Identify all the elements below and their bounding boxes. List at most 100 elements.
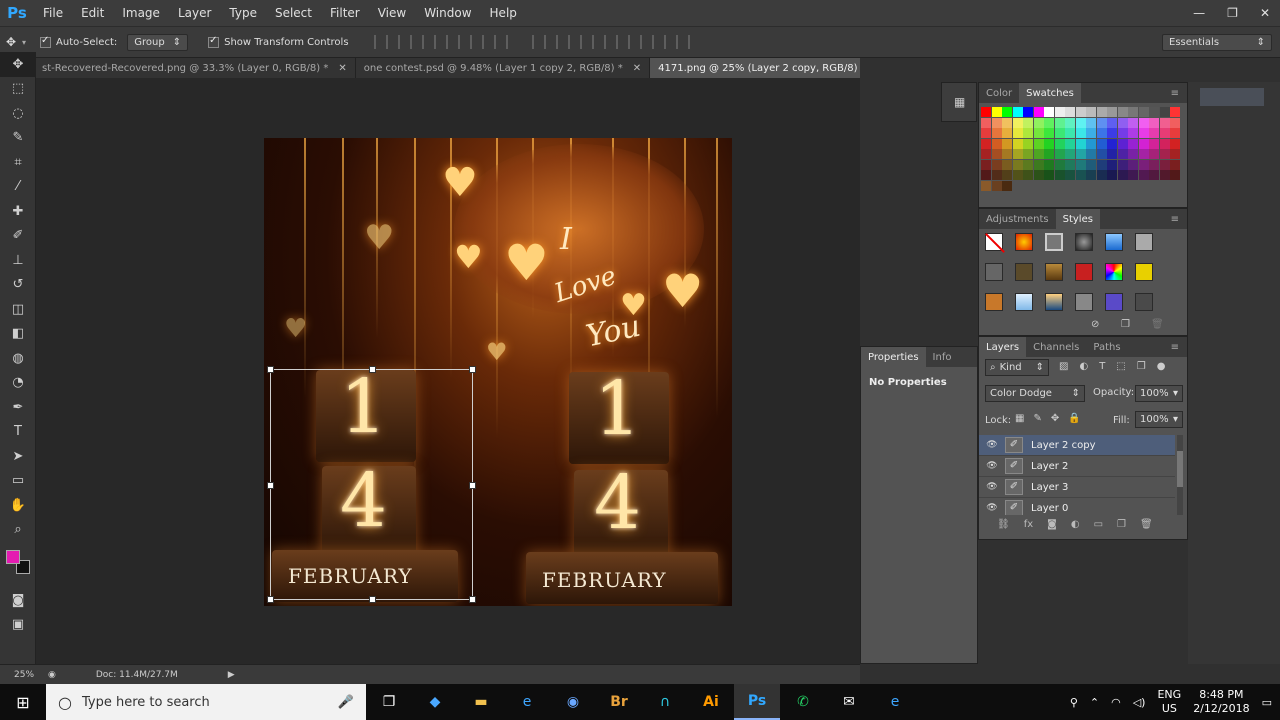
close-icon[interactable]: ✕ bbox=[338, 63, 346, 74]
transform-handle[interactable] bbox=[267, 482, 274, 489]
trash-icon[interactable]: 🗑 bbox=[1140, 519, 1153, 530]
style-swatch[interactable] bbox=[985, 263, 1003, 281]
color-swatch[interactable] bbox=[1096, 149, 1107, 159]
color-swatch[interactable] bbox=[1086, 159, 1096, 170]
wifi-icon[interactable]: ◠ bbox=[1111, 696, 1121, 709]
color-swatch[interactable] bbox=[1012, 170, 1023, 180]
color-swatch[interactable] bbox=[1075, 159, 1086, 170]
color-swatch[interactable] bbox=[981, 170, 991, 180]
color-swatch[interactable] bbox=[1054, 149, 1065, 159]
tab-paths[interactable]: Paths bbox=[1086, 337, 1127, 357]
lasso-tool-icon[interactable]: ◌ bbox=[0, 101, 36, 126]
color-swatch[interactable] bbox=[1138, 149, 1149, 159]
blend-mode-dropdown[interactable]: Color Dodge ⇕ bbox=[985, 385, 1085, 402]
color-swatch[interactable] bbox=[1149, 149, 1159, 159]
eye-icon[interactable]: 👁 bbox=[979, 461, 1005, 471]
style-swatch[interactable] bbox=[1015, 293, 1033, 311]
style-swatch[interactable] bbox=[1075, 293, 1093, 311]
photoshop-icon[interactable]: Ps bbox=[734, 684, 780, 720]
distribute-vcenter-icon[interactable] bbox=[555, 35, 570, 49]
layer-filter-dropdown[interactable]: ⌕ Kind ⇕ bbox=[985, 359, 1049, 376]
color-swatch[interactable] bbox=[1002, 107, 1012, 117]
color-swatch[interactable] bbox=[1117, 149, 1128, 159]
eyedropper-tool-icon[interactable]: ⁄ bbox=[0, 175, 36, 200]
color-swatch[interactable] bbox=[1002, 180, 1012, 191]
color-swatch[interactable] bbox=[1149, 138, 1159, 149]
new-style-icon[interactable]: ❐ bbox=[1121, 319, 1130, 330]
color-swatch[interactable] bbox=[1002, 149, 1012, 159]
style-none-icon[interactable] bbox=[985, 233, 1005, 253]
color-swatch[interactable] bbox=[1096, 128, 1107, 138]
color-swatch[interactable] bbox=[1128, 159, 1138, 170]
clock[interactable]: 8:48 PM 2/12/2018 bbox=[1193, 688, 1249, 716]
zoom-tool-icon[interactable]: ⌕ bbox=[0, 518, 36, 543]
panel-menu-icon[interactable]: ≡ bbox=[1171, 88, 1179, 99]
color-swatch[interactable] bbox=[981, 149, 991, 159]
style-swatch[interactable] bbox=[1045, 263, 1063, 281]
style-swatch[interactable] bbox=[1045, 293, 1063, 311]
color-swatch[interactable] bbox=[1117, 170, 1128, 180]
color-swatch[interactable] bbox=[991, 170, 1002, 180]
close-button[interactable]: ✕ bbox=[1260, 6, 1270, 20]
blur-tool-icon[interactable]: ◍ bbox=[0, 346, 36, 371]
style-swatch[interactable] bbox=[1105, 233, 1123, 251]
color-swatch[interactable] bbox=[1149, 117, 1159, 128]
color-swatch[interactable] bbox=[1170, 170, 1180, 180]
color-swatch[interactable] bbox=[1012, 117, 1023, 128]
healing-tool-icon[interactable]: ✚ bbox=[0, 199, 36, 224]
whatsapp-icon[interactable]: ✆ bbox=[780, 684, 826, 720]
adjustment-icon[interactable]: ◐ bbox=[1071, 519, 1080, 530]
color-swatch[interactable] bbox=[1107, 170, 1117, 180]
color-swatch[interactable] bbox=[1159, 159, 1170, 170]
color-swatch[interactable] bbox=[1075, 117, 1086, 128]
distribute-right-icon[interactable] bbox=[651, 35, 666, 49]
color-swatch[interactable] bbox=[1086, 138, 1096, 149]
color-swatch[interactable] bbox=[991, 107, 1002, 117]
color-swatch[interactable] bbox=[1054, 170, 1065, 180]
color-swatch[interactable] bbox=[1012, 107, 1023, 117]
tab-swatches[interactable]: Swatches bbox=[1019, 83, 1081, 103]
color-swatch[interactable] bbox=[1107, 138, 1117, 149]
style-swatch[interactable] bbox=[1135, 293, 1153, 311]
microphone-icon[interactable]: 🎤 bbox=[338, 695, 354, 710]
color-swatch[interactable] bbox=[1149, 170, 1159, 180]
color-swatch[interactable] bbox=[1138, 107, 1149, 117]
foreground-color-swatch[interactable] bbox=[6, 550, 20, 564]
menu-filter[interactable]: Filter bbox=[321, 6, 369, 20]
color-swatch[interactable] bbox=[981, 138, 991, 149]
taskbar-search[interactable]: ○ Type here to search 🎤 bbox=[46, 684, 366, 720]
color-swatch[interactable] bbox=[1075, 128, 1086, 138]
color-swatch[interactable] bbox=[1170, 117, 1180, 128]
distribute-bottom-icon[interactable] bbox=[579, 35, 594, 49]
color-swatch[interactable] bbox=[1107, 128, 1117, 138]
color-swatch[interactable] bbox=[1096, 107, 1107, 117]
eye-icon[interactable]: 👁 bbox=[979, 482, 1005, 492]
stamp-tool-icon[interactable]: ⊥ bbox=[0, 248, 36, 273]
tab-doc-1[interactable]: st-Recovered-Recovered.png @ 33.3% (Laye… bbox=[34, 58, 356, 78]
color-swatch[interactable] bbox=[1128, 107, 1138, 117]
color-swatch[interactable] bbox=[1096, 138, 1107, 149]
workspace-dropdown[interactable]: Essentials ⇕ bbox=[1162, 33, 1272, 51]
color-swatch[interactable] bbox=[991, 149, 1002, 159]
filter-smart-icon[interactable]: ❐ bbox=[1137, 361, 1146, 372]
store-icon[interactable]: ◆ bbox=[412, 684, 458, 720]
color-swatch[interactable] bbox=[1044, 159, 1054, 170]
color-swatch[interactable] bbox=[1170, 159, 1180, 170]
eraser-tool-icon[interactable]: ◫ bbox=[0, 297, 36, 322]
file-explorer-icon[interactable]: ▬ bbox=[458, 684, 504, 720]
color-swatch[interactable] bbox=[1002, 159, 1012, 170]
transform-handle[interactable] bbox=[267, 596, 274, 603]
color-swatch[interactable] bbox=[1075, 149, 1086, 159]
dodge-tool-icon[interactable]: ◔ bbox=[0, 371, 36, 396]
color-swatch[interactable] bbox=[1023, 128, 1033, 138]
lock-all-icon[interactable]: 🔒 bbox=[1068, 413, 1080, 424]
color-swatch[interactable] bbox=[1002, 117, 1012, 128]
color-swatch[interactable] bbox=[1012, 128, 1023, 138]
tab-color[interactable]: Color bbox=[979, 83, 1019, 103]
color-swatch[interactable] bbox=[1149, 128, 1159, 138]
color-swatch[interactable] bbox=[1023, 149, 1033, 159]
transform-handle[interactable] bbox=[369, 596, 376, 603]
color-swatch[interactable] bbox=[1159, 107, 1170, 117]
color-swatch[interactable] bbox=[1159, 117, 1170, 128]
style-swatch[interactable] bbox=[1135, 263, 1153, 281]
